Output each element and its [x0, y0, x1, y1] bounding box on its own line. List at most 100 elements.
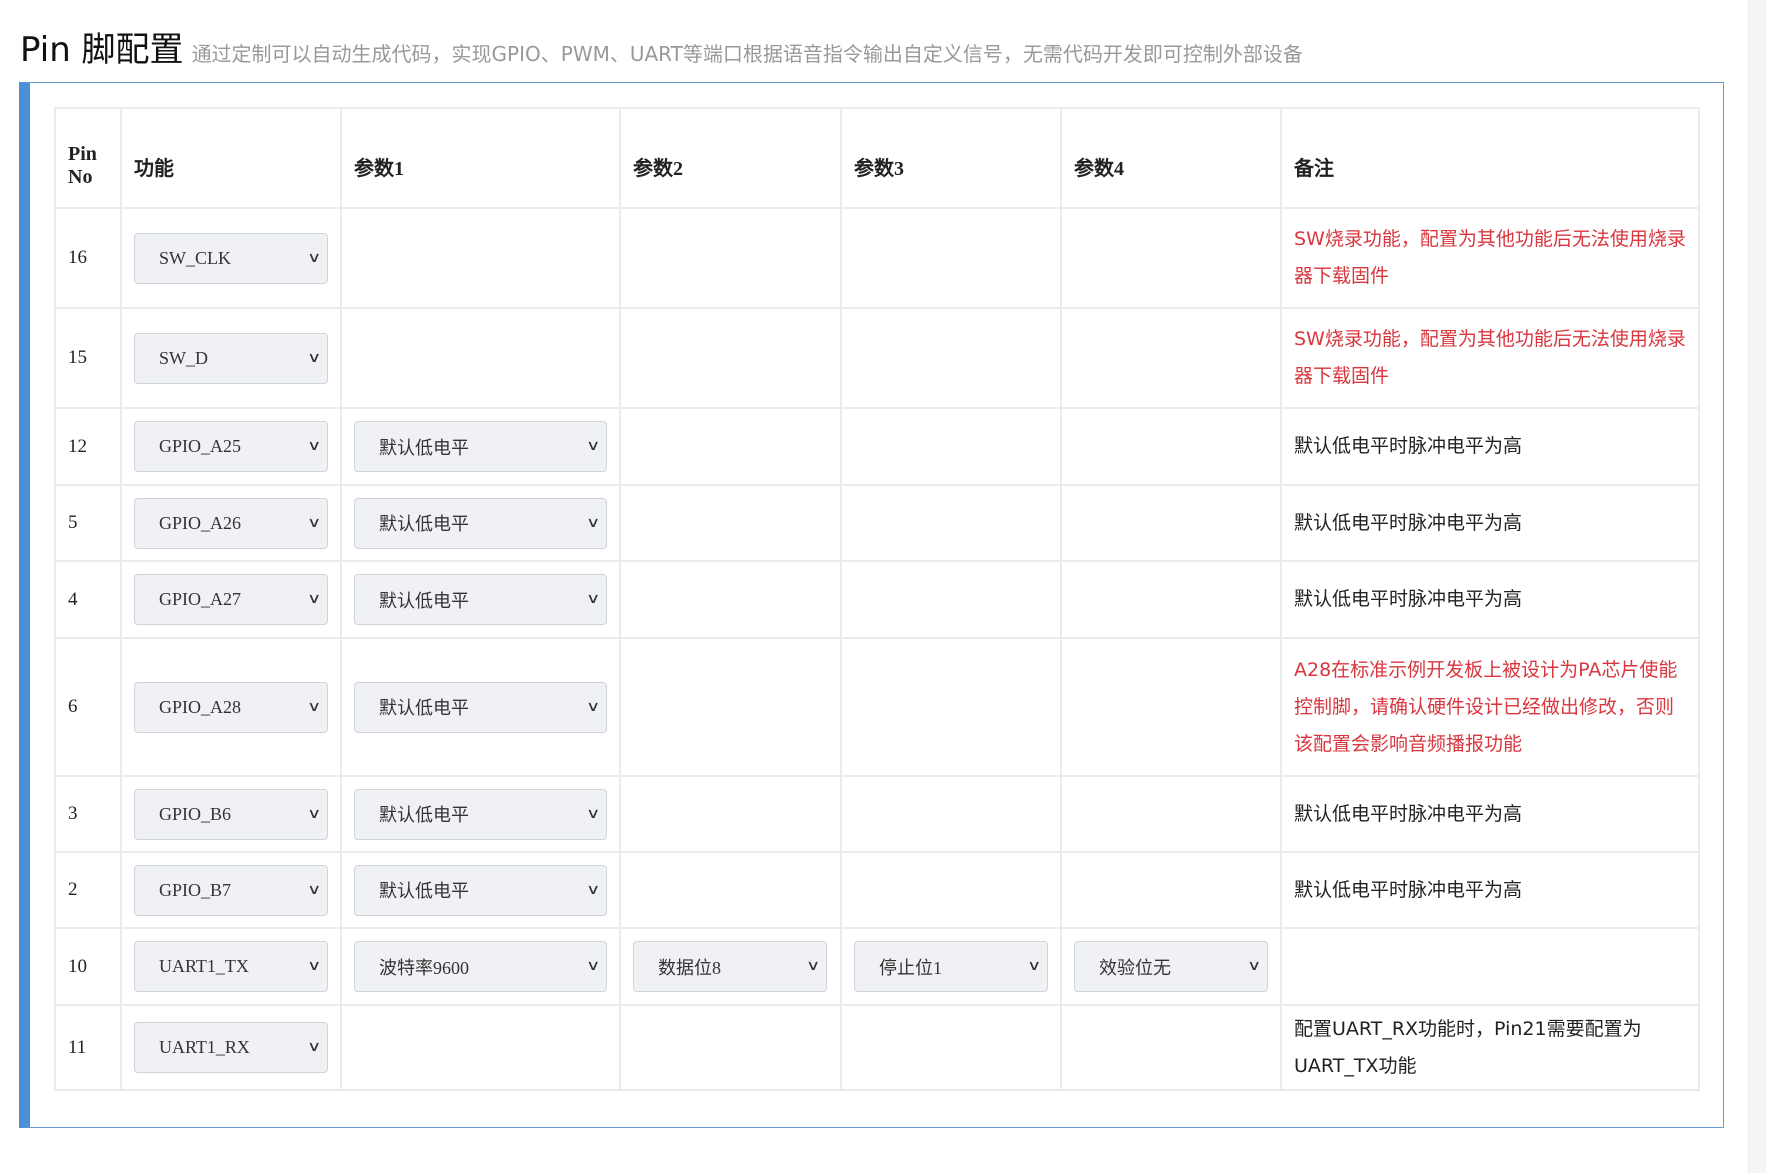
param3-cell [840, 484, 1062, 562]
select-value: GPIO_A25 [159, 436, 242, 456]
param2-cell [619, 1004, 842, 1091]
param2-cell [619, 637, 842, 777]
param1-select[interactable]: 默认低电平 ∨ [354, 574, 607, 625]
select-value: GPIO_A26 [159, 512, 242, 533]
param1-select[interactable]: 默认低电平 ∨ [354, 788, 607, 840]
param2-cell: 数据位8 ∨ [619, 927, 842, 1006]
function-select[interactable]: GPIO_A25 ∨ [134, 421, 328, 472]
param1-select[interactable]: 波特率9600 ∨ [354, 941, 607, 992]
function-select[interactable]: GPIO_A26 ∨ [134, 497, 328, 549]
function-cell: GPIO_A25 ∨ [120, 407, 342, 486]
table-row: 11 UART1_RX ∨ 配置UART_RX功能时，Pin21需要配置为UART… [54, 1004, 1700, 1091]
function-cell: UART1_RX ∨ [120, 1004, 342, 1091]
param4-cell [1060, 1004, 1282, 1091]
page-title: Pin 脚配置 [20, 30, 184, 70]
param4-cell: 效验位无 ∨ [1060, 927, 1282, 1006]
select-value: GPIO_A28 [159, 696, 242, 717]
function-select[interactable]: GPIO_A27 ∨ [134, 574, 328, 625]
select-value: UART1_TX [159, 956, 249, 976]
note-cell: 默认低电平时脉冲电平为高 [1280, 560, 1700, 639]
param1-cell [340, 1004, 621, 1091]
page-header: Pin 脚配置 通过定制可以自动生成代码，实现GPIO、PWM、UART等端口根… [20, 22, 1303, 71]
header-param4: 参数4 [1060, 107, 1282, 209]
table-row: 16 SW_CLK ∨ SW烧录功能，配置为其他功能后无法使用烧录器下载固件 [54, 207, 1700, 309]
scrollbar[interactable] [1748, 0, 1766, 1173]
param4-cell [1060, 207, 1282, 309]
function-select[interactable]: GPIO_B7 ∨ [134, 864, 328, 916]
select-value: 效验位无 [1099, 957, 1171, 978]
chevron-down-icon: ∨ [1026, 959, 1042, 974]
pin-number: 2 [54, 851, 122, 929]
select-value: 数据位8 [658, 957, 721, 978]
table-row: 12 GPIO_A25 ∨ 默认低电平 ∨ 默认低电平时脉冲电平为高 [54, 407, 1700, 486]
note-cell: A28在标准示例开发板上被设计为PA芯片使能控制脚，请确认硬件设计已经做出修改，… [1280, 637, 1700, 777]
function-cell: GPIO_B6 ∨ [120, 775, 342, 853]
param1-select[interactable]: 默认低电平 ∨ [354, 681, 607, 733]
chevron-down-icon: ∨ [306, 806, 322, 822]
param3-cell [840, 560, 1062, 639]
select-value: 默认低电平 [379, 590, 469, 611]
param2-cell [619, 560, 842, 639]
header-param3: 参数3 [840, 107, 1062, 209]
pin-number: 11 [54, 1004, 122, 1091]
param4-cell [1060, 307, 1282, 409]
function-select[interactable]: SW_CLK ∨ [134, 232, 328, 284]
select-value: 默认低电平 [379, 881, 469, 901]
param2-cell [619, 484, 842, 562]
chevron-down-icon: ∨ [585, 959, 601, 974]
select-value: 停止位1 [879, 957, 942, 978]
param2-cell [619, 207, 842, 309]
function-cell: UART1_TX ∨ [120, 927, 342, 1006]
function-cell: SW_CLK ∨ [120, 207, 342, 309]
param1-cell: 默认低电平 ∨ [340, 851, 621, 929]
note-cell: SW烧录功能，配置为其他功能后无法使用烧录器下载固件 [1280, 207, 1700, 309]
note-cell: 配置UART_RX功能时，Pin21需要配置为UART_TX功能 [1280, 1004, 1700, 1091]
function-cell: GPIO_A27 ∨ [120, 560, 342, 639]
param1-select[interactable]: 默认低电平 ∨ [354, 497, 607, 549]
param4-cell [1060, 637, 1282, 777]
param2-cell [619, 851, 842, 929]
param4-select[interactable]: 效验位无 ∨ [1074, 941, 1268, 992]
param1-cell [340, 207, 621, 309]
function-select[interactable]: GPIO_B6 ∨ [134, 788, 328, 840]
param4-cell [1060, 775, 1282, 853]
function-select[interactable]: UART1_RX ∨ [134, 1022, 328, 1073]
param1-cell: 默认低电平 ∨ [340, 637, 621, 777]
pin-number: 10 [54, 927, 122, 1006]
param2-cell [619, 407, 842, 486]
chevron-down-icon: ∨ [306, 250, 322, 266]
note-cell: SW烧录功能，配置为其他功能后无法使用烧录器下载固件 [1280, 307, 1700, 409]
chevron-down-icon: ∨ [306, 350, 322, 366]
param3-cell: 停止位1 ∨ [840, 927, 1062, 1006]
table-row: 15 SW_D ∨ SW烧录功能，配置为其他功能后无法使用烧录器下载固件 [54, 307, 1700, 409]
chevron-down-icon: ∨ [306, 592, 322, 607]
pin-config-panel: Pin No 功能 参数1 参数2 参数3 参数4 备注 16 SW_CLK ∨ SW烧录功能… [19, 82, 1724, 1128]
function-cell: GPIO_A26 ∨ [120, 484, 342, 562]
param1-select[interactable]: 默认低电平 ∨ [354, 421, 607, 472]
param1-select[interactable]: 默认低电平 ∨ [354, 864, 607, 916]
chevron-down-icon: ∨ [585, 699, 601, 715]
note-cell: 默认低电平时脉冲电平为高 [1280, 775, 1700, 853]
pin-number: 12 [54, 407, 122, 486]
select-value: 默认低电平 [379, 437, 469, 458]
page-subtitle: 通过定制可以自动生成代码，实现GPIO、PWM、UART等端口根据语音指令输出自… [191, 42, 1303, 66]
pin-number: 6 [54, 637, 122, 777]
param2-cell [619, 307, 842, 409]
param3-cell [840, 1004, 1062, 1091]
chevron-down-icon: ∨ [585, 515, 601, 531]
param2-select[interactable]: 数据位8 ∨ [633, 941, 827, 992]
param4-cell [1060, 851, 1282, 929]
param4-cell [1060, 560, 1282, 639]
select-value: GPIO_B7 [159, 879, 232, 900]
function-select[interactable]: UART1_TX ∨ [134, 941, 328, 992]
select-value: GPIO_B6 [159, 803, 232, 824]
param3-select[interactable]: 停止位1 ∨ [854, 941, 1048, 992]
note-cell: 默认低电平时脉冲电平为高 [1280, 484, 1700, 562]
chevron-down-icon: ∨ [306, 882, 322, 898]
chevron-down-icon: ∨ [585, 882, 601, 898]
function-select[interactable]: SW_D ∨ [134, 332, 328, 384]
function-select[interactable]: GPIO_A28 ∨ [134, 681, 328, 733]
param2-cell [619, 775, 842, 853]
header-pin-no: Pin No [54, 107, 122, 209]
param1-cell [340, 307, 621, 409]
